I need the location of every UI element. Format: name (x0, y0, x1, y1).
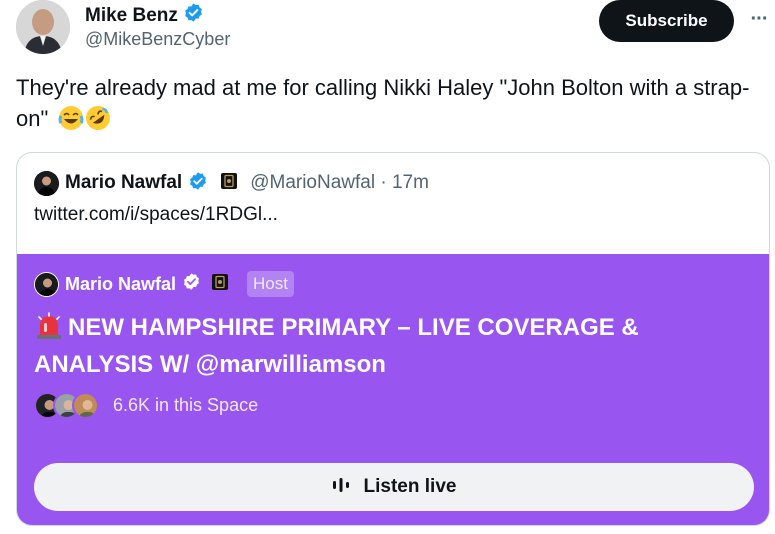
quoted-author-name[interactable]: Mario Nawfal (65, 172, 182, 194)
listen-live-label: Listen live (363, 476, 457, 497)
verified-badge-icon (188, 171, 208, 196)
space-title: NEW HAMPSHIRE PRIMARY – LIVE COVERAGE & … (34, 312, 754, 381)
tweet-body: They're already mad at me for calling Ni… (16, 72, 756, 139)
siren-emoji-icon (34, 312, 64, 349)
audio-bars-icon (332, 477, 350, 497)
subscribe-button[interactable]: Subscribe (599, 0, 734, 42)
listener-count: 6.6K in this Space (113, 394, 259, 415)
author-name[interactable]: Mike Benz (85, 2, 204, 29)
affiliate-badge-icon[interactable] (211, 273, 229, 296)
listen-live-button[interactable]: Listen live (34, 463, 754, 511)
joy-emoji-icon (58, 105, 84, 139)
space-listeners: 6.6K in this Space (34, 390, 258, 420)
quoted-tweet-header: Mario Nawfal @MarioNawfal · 17m (34, 170, 429, 196)
space-host-name[interactable]: Mario Nawfal (65, 274, 176, 295)
affiliate-badge-icon[interactable] (220, 172, 238, 195)
author-name-text[interactable]: Mike Benz (85, 5, 178, 27)
space-title-text: NEW HAMPSHIRE PRIMARY – LIVE COVERAGE & … (34, 314, 639, 378)
tweet: Mike Benz @MikeBenzCyber Subscribe ··· T… (0, 0, 775, 534)
space-host-row: Mario Nawfal Host (34, 270, 294, 298)
space-host-avatar[interactable] (34, 271, 59, 297)
verified-badge-icon (183, 2, 204, 29)
quoted-tweet-card[interactable]: Mario Nawfal @MarioNawfal · 17m twitter.… (16, 152, 770, 526)
tweet-text: They're already mad at me for calling Ni… (16, 75, 750, 131)
rofl-emoji-icon (85, 105, 111, 139)
listener-avatar (72, 391, 99, 419)
quoted-handle-time[interactable]: @MarioNawfal · 17m (250, 172, 429, 194)
more-options-icon[interactable]: ··· (746, 4, 772, 34)
author-handle[interactable]: @MikeBenzCyber (85, 29, 230, 50)
host-badge: Host (247, 271, 294, 297)
quoted-tweet-link[interactable]: twitter.com/i/spaces/1RDGl... (34, 204, 278, 226)
quoted-author-avatar[interactable] (34, 170, 59, 196)
space-card[interactable]: Mario Nawfal Host NEW HAMPSHIRE PRIMARY … (17, 254, 769, 525)
verified-badge-icon (182, 272, 201, 296)
author-avatar[interactable] (16, 0, 70, 54)
